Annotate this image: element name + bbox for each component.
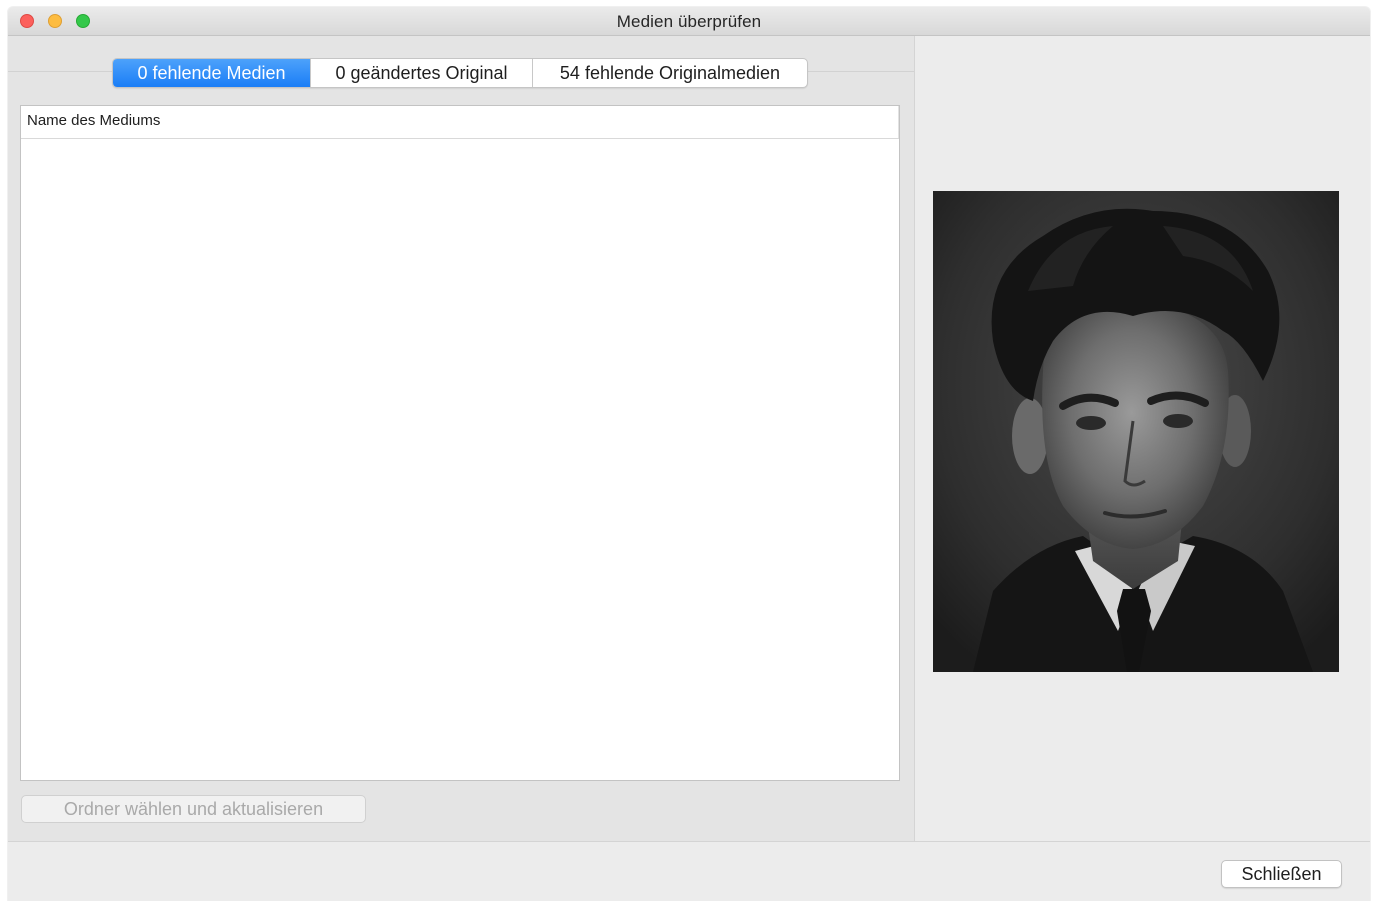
footer-divider (8, 841, 1370, 842)
media-table[interactable]: Name des Mediums (20, 105, 900, 781)
media-list-pane: 0 fehlende Medien 0 geändertes Original … (8, 36, 915, 841)
table-body[interactable] (21, 139, 899, 780)
tab-missing-media[interactable]: 0 fehlende Medien (113, 59, 310, 87)
tab-missing-original-media[interactable]: 54 fehlende Originalmedien (532, 59, 807, 87)
column-header-media-name[interactable]: Name des Mediums (21, 106, 899, 138)
title-bar[interactable]: Medien überprüfen (8, 7, 1370, 36)
table-header: Name des Mediums (21, 106, 899, 139)
media-tabs: 0 fehlende Medien 0 geändertes Original … (112, 58, 808, 88)
media-preview-image (933, 191, 1339, 672)
tab-changed-original[interactable]: 0 geändertes Original (310, 59, 532, 87)
choose-folder-refresh-button[interactable]: Ordner wählen und aktualisieren (21, 795, 366, 823)
close-button[interactable]: Schließen (1221, 860, 1342, 888)
window-title: Medien überprüfen (616, 12, 762, 31)
